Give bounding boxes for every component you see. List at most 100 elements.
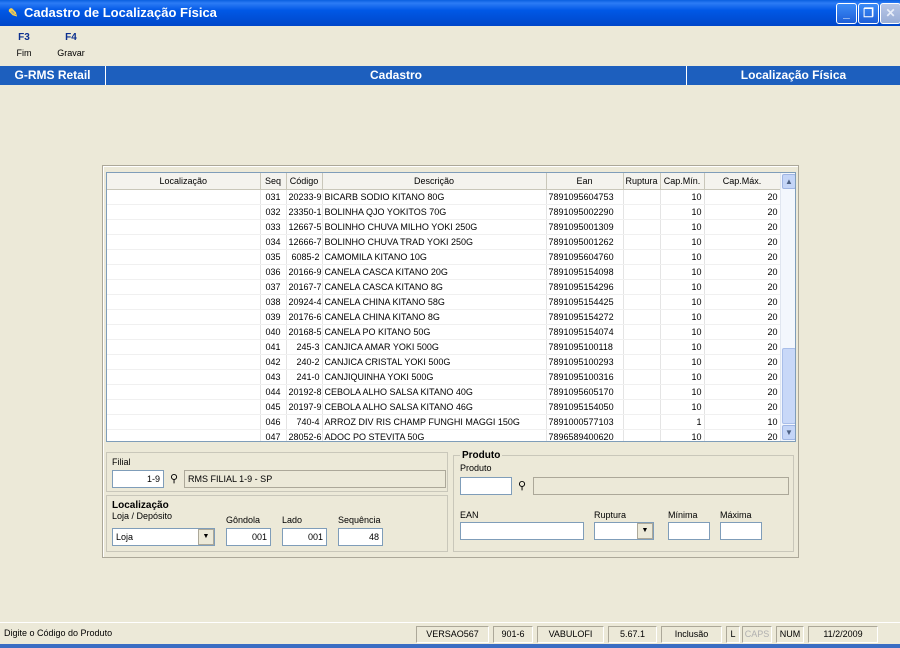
- lado-field[interactable]: 001: [282, 528, 327, 546]
- cell-ruptura[interactable]: [623, 384, 661, 400]
- cell-localizacao[interactable]: [107, 369, 261, 385]
- cell-localizacao[interactable]: [107, 384, 261, 400]
- table-row[interactable]: 043 241-0 CANJIQUINHA YOKI 500G 78910951003…: [107, 369, 781, 385]
- cell-ruptura[interactable]: [623, 339, 661, 355]
- cell-descricao[interactable]: CANJICA CRISTAL YOKI 500G: [322, 354, 547, 370]
- cell-codigo[interactable]: 12666-7: [286, 234, 323, 250]
- cell-cap-min[interactable]: 10: [660, 369, 705, 385]
- cell-ean[interactable]: 7891095100118: [546, 339, 624, 355]
- cell-localizacao[interactable]: [107, 339, 261, 355]
- cell-codigo[interactable]: 740-4: [286, 414, 323, 430]
- cell-localizacao[interactable]: [107, 279, 261, 295]
- table-row[interactable]: 045 20197-9 CEBOLA ALHO SALSA KITANO 46G 78…: [107, 399, 781, 415]
- cell-codigo[interactable]: 20167-7: [286, 279, 323, 295]
- cell-cap-max[interactable]: 20: [704, 399, 781, 415]
- cell-descricao[interactable]: CANELA CHINA KITANO 58G: [322, 294, 547, 310]
- cell-ean[interactable]: 7891095001309: [546, 219, 624, 235]
- cell-cap-max[interactable]: 20: [704, 339, 781, 355]
- cell-descricao[interactable]: CAMOMILA KITANO 10G: [322, 249, 547, 265]
- binoculars-icon[interactable]: ⚲: [514, 478, 530, 494]
- cell-descricao[interactable]: ADOC PO STEVITA 50G: [322, 429, 547, 441]
- cell-cap-min[interactable]: 10: [660, 249, 705, 265]
- cell-cap-max[interactable]: 20: [704, 309, 781, 325]
- cell-cap-max[interactable]: 20: [704, 189, 781, 205]
- col-header-cap-min[interactable]: Cap.Mín.: [660, 173, 705, 190]
- cell-ean[interactable]: 7896589400620: [546, 429, 624, 441]
- cell-cap-min[interactable]: 10: [660, 189, 705, 205]
- cell-seq[interactable]: 040: [260, 324, 287, 340]
- cell-localizacao[interactable]: [107, 234, 261, 250]
- cell-ruptura[interactable]: [623, 264, 661, 280]
- cell-cap-min[interactable]: 10: [660, 324, 705, 340]
- cell-ruptura[interactable]: [623, 309, 661, 325]
- cell-cap-min[interactable]: 10: [660, 219, 705, 235]
- cell-ruptura[interactable]: [623, 324, 661, 340]
- cell-descricao[interactable]: BOLINHA QJO YOKITOS 70G: [322, 204, 547, 220]
- table-row[interactable]: 036 20166-9 CANELA CASCA KITANO 20G 7891095…: [107, 264, 781, 280]
- cell-cap-min[interactable]: 10: [660, 204, 705, 220]
- cell-ean[interactable]: 7891095154050: [546, 399, 624, 415]
- chevron-down-icon[interactable]: ▼: [198, 529, 214, 545]
- cell-ean[interactable]: 7891095154074: [546, 324, 624, 340]
- cell-descricao[interactable]: CEBOLA ALHO SALSA KITANO 46G: [322, 399, 547, 415]
- table-row[interactable]: 038 20924-4 CANELA CHINA KITANO 58G 7891095…: [107, 294, 781, 310]
- filial-code-field[interactable]: 1-9: [112, 470, 164, 488]
- cell-seq[interactable]: 036: [260, 264, 287, 280]
- cell-cap-max[interactable]: 20: [704, 294, 781, 310]
- cell-cap-max[interactable]: 10: [704, 414, 781, 430]
- col-header-localizacao[interactable]: Localização: [107, 173, 261, 190]
- gravar-button[interactable]: F4 Gravar: [51, 32, 91, 58]
- cell-descricao[interactable]: CANJIQUINHA YOKI 500G: [322, 369, 547, 385]
- cell-ean[interactable]: 7891095154425: [546, 294, 624, 310]
- cell-descricao[interactable]: BOLINHO CHUVA TRAD YOKI 250G: [322, 234, 547, 250]
- cell-ean[interactable]: 7891095154296: [546, 279, 624, 295]
- cell-localizacao[interactable]: [107, 414, 261, 430]
- cell-seq[interactable]: 046: [260, 414, 287, 430]
- col-header-descricao[interactable]: Descrição: [322, 173, 547, 190]
- cell-seq[interactable]: 031: [260, 189, 287, 205]
- cell-ean[interactable]: 7891095001262: [546, 234, 624, 250]
- table-row[interactable]: 037 20167-7 CANELA CASCA KITANO 8G 78910951…: [107, 279, 781, 295]
- table-row[interactable]: 044 20192-8 CEBOLA ALHO SALSA KITANO 40G 78…: [107, 384, 781, 400]
- cell-codigo[interactable]: 28052-6: [286, 429, 323, 441]
- table-row[interactable]: 041 245-3 CANJICA AMAR YOKI 500G 7891095100…: [107, 339, 781, 355]
- cell-localizacao[interactable]: [107, 219, 261, 235]
- cell-ean[interactable]: 7891095100316: [546, 369, 624, 385]
- localizacao-grid[interactable]: Localização Seq Código Descrição Ean Rup…: [106, 172, 796, 442]
- cell-localizacao[interactable]: [107, 309, 261, 325]
- cell-descricao[interactable]: CANELA CASCA KITANO 8G: [322, 279, 547, 295]
- produto-code-field[interactable]: [460, 477, 512, 495]
- cell-seq[interactable]: 042: [260, 354, 287, 370]
- cell-localizacao[interactable]: [107, 294, 261, 310]
- cell-codigo[interactable]: 240-2: [286, 354, 323, 370]
- cell-ruptura[interactable]: [623, 414, 661, 430]
- cell-descricao[interactable]: ARROZ DIV RIS CHAMP FUNGHI MAGGI 150G: [322, 414, 547, 430]
- cell-cap-min[interactable]: 10: [660, 384, 705, 400]
- cell-localizacao[interactable]: [107, 249, 261, 265]
- cell-seq[interactable]: 038: [260, 294, 287, 310]
- cell-ean[interactable]: 7891095604760: [546, 249, 624, 265]
- cell-ruptura[interactable]: [623, 354, 661, 370]
- cell-localizacao[interactable]: [107, 399, 261, 415]
- cell-cap-max[interactable]: 20: [704, 324, 781, 340]
- cell-descricao[interactable]: BOLINHO CHUVA MILHO YOKI 250G: [322, 219, 547, 235]
- cell-codigo[interactable]: 20924-4: [286, 294, 323, 310]
- cell-descricao[interactable]: CANJICA AMAR YOKI 500G: [322, 339, 547, 355]
- chevron-down-icon[interactable]: ▼: [637, 523, 653, 539]
- col-header-codigo[interactable]: Código: [286, 173, 323, 190]
- cell-ruptura[interactable]: [623, 249, 661, 265]
- cell-seq[interactable]: 041: [260, 339, 287, 355]
- col-header-ean[interactable]: Ean: [546, 173, 624, 190]
- cell-cap-min[interactable]: 10: [660, 399, 705, 415]
- cell-cap-min[interactable]: 10: [660, 294, 705, 310]
- cell-codigo[interactable]: 20168-5: [286, 324, 323, 340]
- cell-cap-min[interactable]: 1: [660, 414, 705, 430]
- cell-cap-max[interactable]: 20: [704, 279, 781, 295]
- col-header-ruptura[interactable]: Ruptura: [623, 173, 661, 190]
- col-header-seq[interactable]: Seq: [260, 173, 287, 190]
- cell-cap-max[interactable]: 20: [704, 219, 781, 235]
- scroll-down-icon[interactable]: ▼: [782, 425, 795, 440]
- minimize-button[interactable]: _: [836, 3, 857, 24]
- cell-localizacao[interactable]: [107, 324, 261, 340]
- loja-deposito-select[interactable]: Loja ▼: [112, 528, 215, 546]
